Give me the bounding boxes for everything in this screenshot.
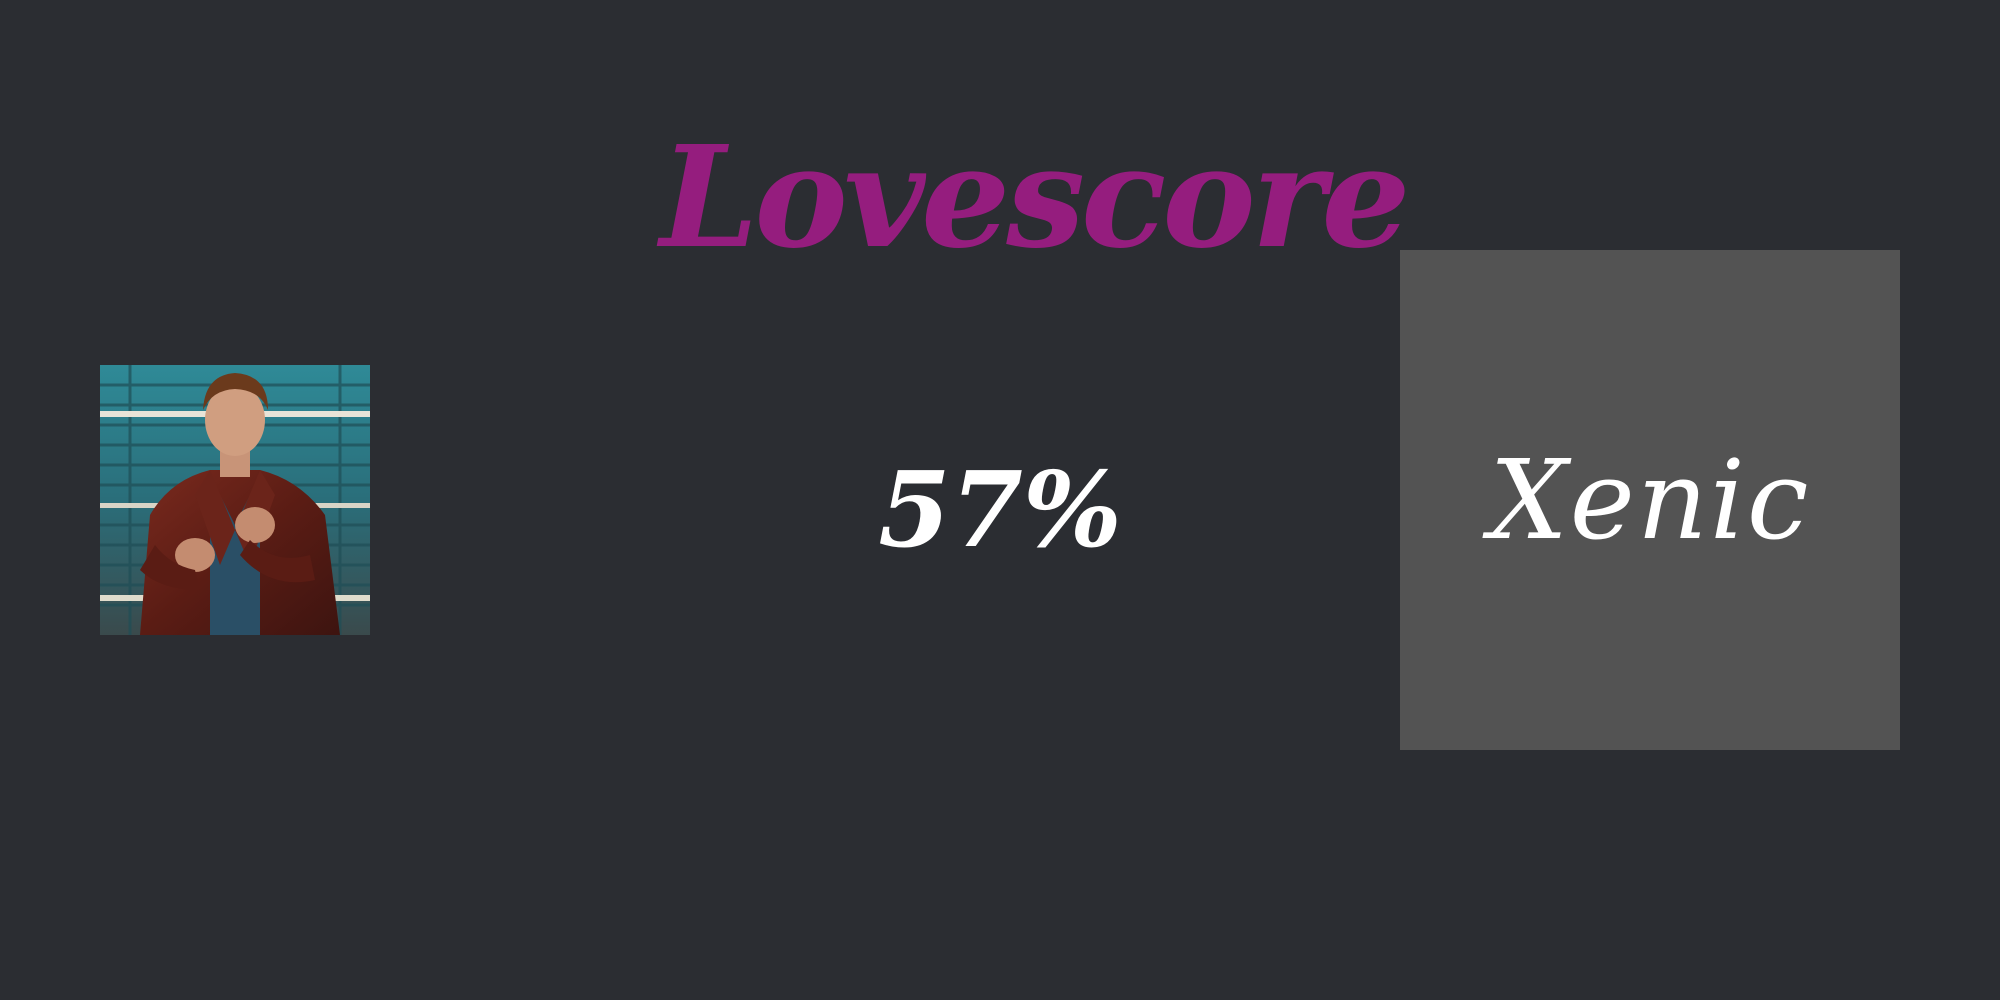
partner-name: Xenic	[1489, 436, 1811, 564]
profile-photo	[100, 365, 370, 635]
love-score-value: 57%	[878, 448, 1122, 571]
app-title: Lovescore	[660, 116, 1411, 280]
page: Lovescore 57% Xenic	[0, 0, 2000, 1000]
person-photo-icon	[100, 365, 370, 635]
partner-name-card: Xenic	[1400, 250, 1900, 750]
